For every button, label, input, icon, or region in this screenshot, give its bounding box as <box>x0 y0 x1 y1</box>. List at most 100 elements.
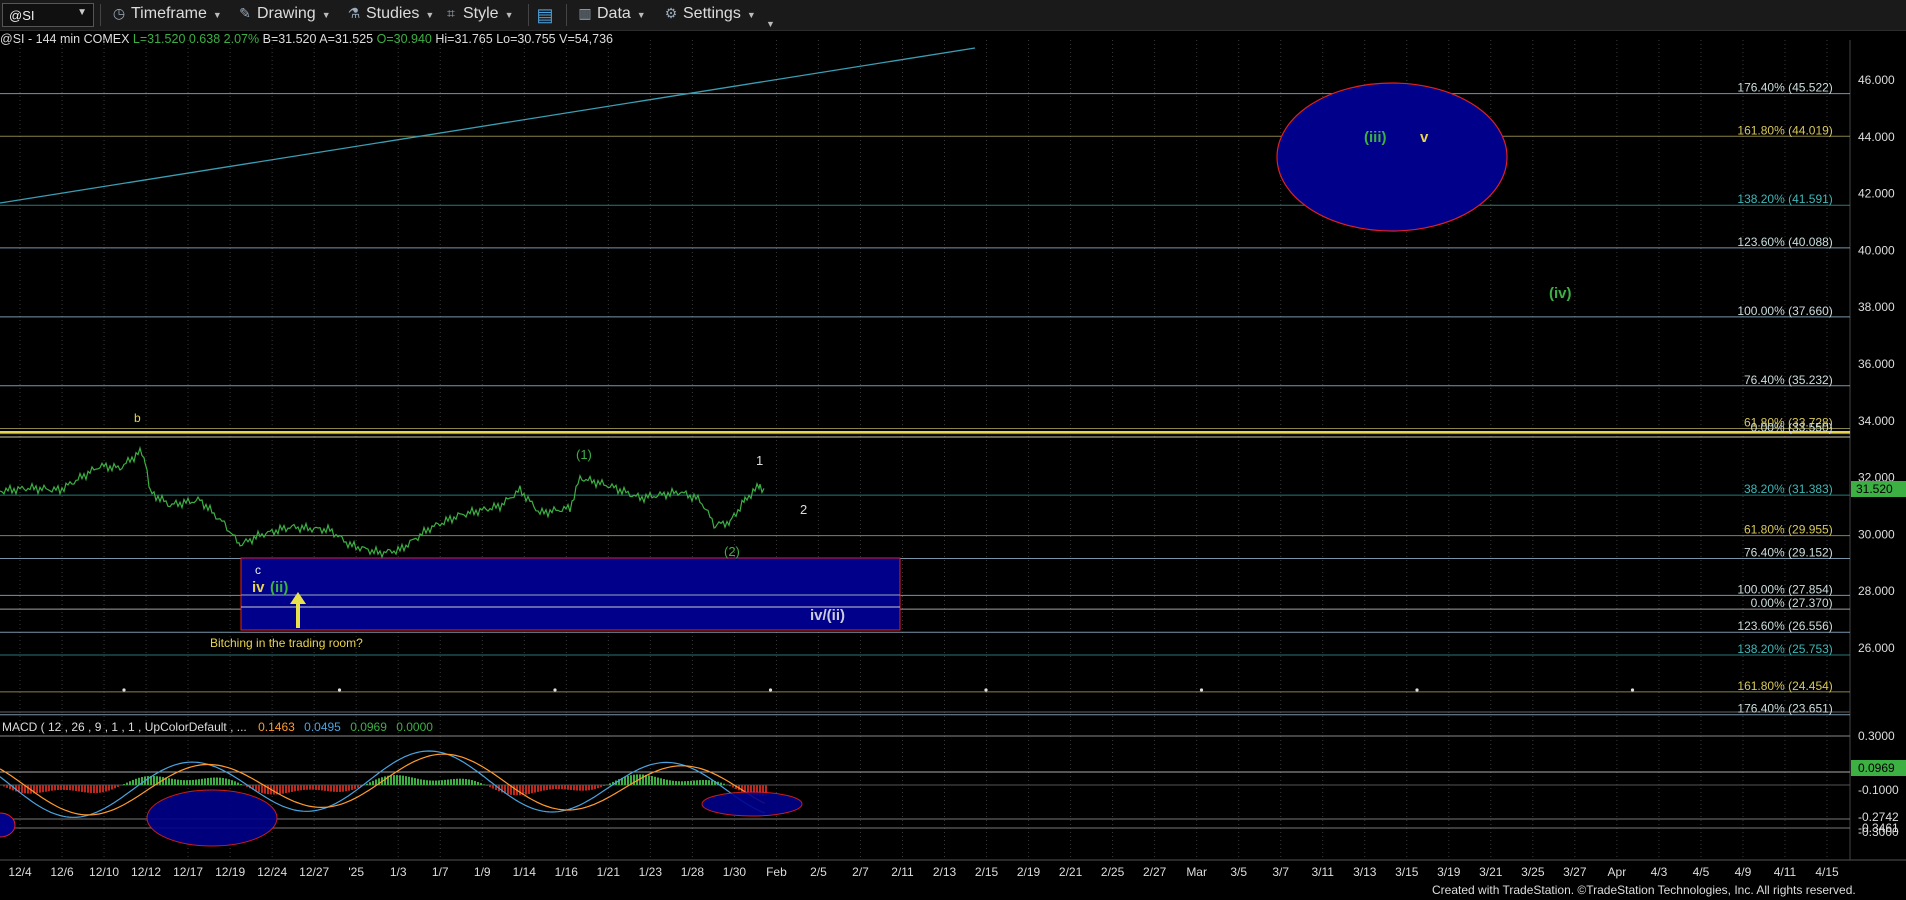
macd-histogram-bar <box>42 785 44 793</box>
layout-icon: ▤ <box>536 5 554 25</box>
date-tick-label: 12/6 <box>50 865 74 879</box>
macd-histogram-bar <box>168 778 170 785</box>
caret-down-icon: ▼ <box>212 10 222 20</box>
settings-label: Settings <box>683 5 741 22</box>
macd-histogram-bar <box>375 779 377 785</box>
studies-menu[interactable]: ⚗ Studies ▼ <box>345 5 435 25</box>
price-chart[interactable]: b c iv (ii) (1) (2) 1 2 (iii) v (iv) iv/… <box>0 31 1906 900</box>
macd-histogram-bar <box>258 785 260 793</box>
target-ellipse[interactable] <box>1276 82 1508 232</box>
fib-level-label: 161.80% (44.019) <box>1737 123 1832 137</box>
toolbar-divider <box>100 4 101 26</box>
macd-histogram-bar <box>492 785 494 789</box>
macd-histogram-bar <box>147 776 149 785</box>
macd-histogram-bar <box>123 784 125 785</box>
macd-histogram-bar <box>411 777 413 785</box>
chevron-down-icon[interactable]: ▼ <box>77 7 87 18</box>
date-tick-label: 12/17 <box>173 865 203 879</box>
macd-ellipse-right[interactable] <box>701 791 803 817</box>
date-tick-label: 2/13 <box>933 865 957 879</box>
macd-histogram-bar <box>198 779 200 785</box>
toolbar-divider <box>528 4 529 26</box>
macd-histogram-bar <box>660 778 662 785</box>
macd-histogram-bar <box>153 775 155 785</box>
price-tick-label: 42.000 <box>1858 187 1895 201</box>
date-tick-label: 1/9 <box>474 865 491 879</box>
macd-histogram-bar <box>657 777 659 785</box>
macd-histogram-bar <box>426 780 428 785</box>
date-tick-label: 1/3 <box>390 865 407 879</box>
macd-histogram-bar <box>624 776 626 785</box>
date-marker-dot <box>1199 688 1204 692</box>
wave-label-1: 1 <box>756 453 763 468</box>
layout-button[interactable]: ▤ <box>536 5 557 25</box>
date-tick-label: 2/11 <box>891 865 914 879</box>
macd-ellipse-edge[interactable] <box>0 812 16 838</box>
macd-histogram-bar <box>261 785 263 793</box>
macd-ellipse-left[interactable] <box>146 789 278 847</box>
macd-histogram-bar <box>69 785 71 791</box>
macd-histogram-bar <box>447 779 449 785</box>
macd-histogram-bar <box>105 785 107 792</box>
date-tick-label: 4/3 <box>1651 865 1668 879</box>
wave-label-2: 2 <box>800 502 807 517</box>
last-price-tag-text: 31.520 <box>1856 482 1893 496</box>
date-tick-label: 3/5 <box>1230 865 1247 879</box>
macd-histogram-bar <box>480 783 482 785</box>
macd-histogram-bar <box>204 778 206 785</box>
trendline[interactable] <box>0 47 976 204</box>
date-axis[interactable]: 12/4 12/6 12/10 12/12 12/17 12/19 12/24 12/27 '2… <box>8 865 1839 879</box>
support-box[interactable] <box>240 557 901 631</box>
macd-histogram-bar <box>186 780 188 785</box>
macd-histogram-bar <box>321 785 323 791</box>
macd-axis-label: -0.1000 <box>1858 783 1899 797</box>
macd-histogram-bar <box>405 776 407 785</box>
macd-histogram-bar <box>78 785 80 792</box>
price-series[interactable] <box>0 445 765 559</box>
macd-histogram-bar <box>534 785 536 793</box>
macd-histogram-bar <box>687 781 689 785</box>
price-axis[interactable]: 46.000 44.000 42.000 40.000 38.000 36.000 34.0… <box>1858 73 1895 655</box>
symbol-selector[interactable]: @SI ▼ <box>2 3 94 27</box>
price-tick-label: 46.000 <box>1858 73 1895 87</box>
macd-histogram-bar <box>324 785 326 791</box>
fib-labels: 176.40% (45.522) 161.80% (44.019) 138.20% … <box>1737 81 1832 716</box>
macd-histogram-bar <box>669 780 671 785</box>
data-menu[interactable]: ▥ Data ▼ <box>576 5 645 25</box>
macd-histogram-bar <box>675 781 677 785</box>
symbol-input[interactable]: @SI <box>9 8 34 23</box>
timeframe-menu[interactable]: ◷ Timeframe ▼ <box>110 5 222 25</box>
macd-histogram-bar <box>681 781 683 785</box>
date-marker-dots <box>122 688 1635 692</box>
vertical-gridlines <box>19 40 1828 860</box>
macd-histogram-bar <box>432 780 434 785</box>
price-tick-label: 28.000 <box>1858 584 1895 598</box>
fib-level-label: 138.20% (25.753) <box>1737 642 1832 656</box>
macd-histogram-bar <box>345 785 347 792</box>
date-tick-label: 1/16 <box>555 865 579 879</box>
macd-histogram-bar <box>672 780 674 785</box>
style-menu[interactable]: ⌗ Style ▼ <box>442 5 513 25</box>
macd-histogram-bar <box>39 785 41 793</box>
macd-histogram-bar <box>690 780 692 785</box>
macd-histogram-bar <box>189 780 191 785</box>
flask-icon: ⚗ <box>347 5 361 21</box>
macd-histogram-bar <box>372 780 374 785</box>
drawing-menu[interactable]: ✎ Drawing ▼ <box>236 5 330 25</box>
fib-level-label: 123.60% (26.556) <box>1737 619 1832 633</box>
fib-level-label: 100.00% (27.854) <box>1737 582 1832 596</box>
settings-menu[interactable]: ⚙ Settings ▼ <box>662 5 756 25</box>
date-tick-label: 1/23 <box>639 865 663 879</box>
macd-histogram-bar <box>342 785 344 792</box>
macd-histogram-bar <box>591 785 593 790</box>
macd-histogram-bar <box>93 785 95 794</box>
fib-level-label: 76.40% (35.232) <box>1744 373 1833 387</box>
macd-histogram-bar <box>564 785 566 790</box>
macd-histogram-bar <box>450 779 452 785</box>
macd-histogram-bar <box>420 779 422 785</box>
macd-histogram-bar <box>60 785 62 790</box>
macd-histogram-bar <box>588 785 590 791</box>
fib-level-label: 176.40% (23.651) <box>1737 702 1832 716</box>
macd-histogram-bar <box>81 785 83 792</box>
macd-histogram-bar <box>477 781 479 785</box>
